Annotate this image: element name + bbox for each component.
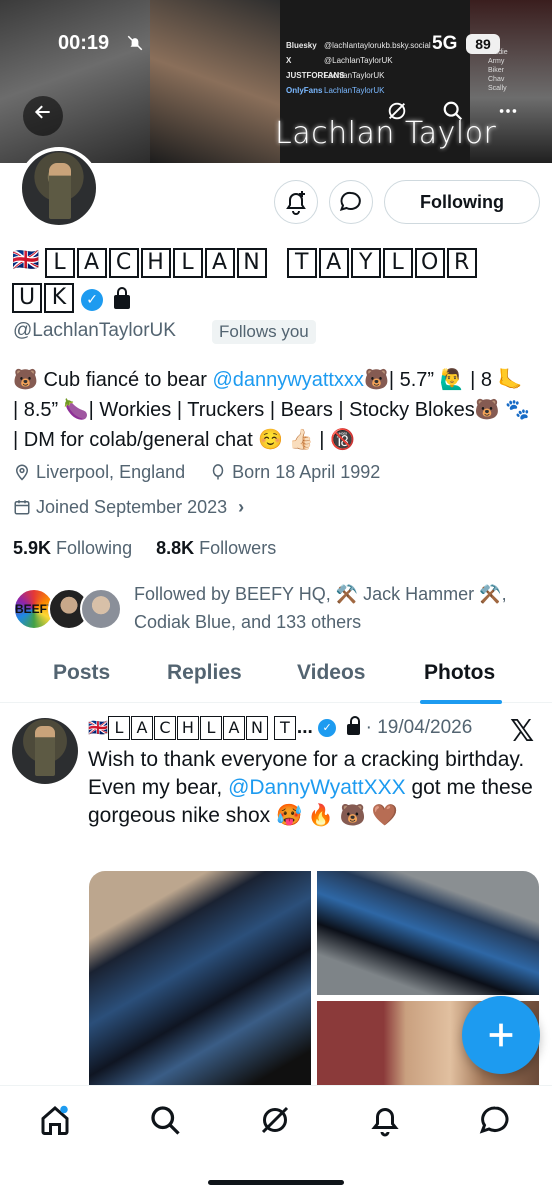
profile-handle: @LachlanTaylorUK	[13, 320, 176, 341]
post-date: · 19/04/2026	[365, 717, 473, 738]
balloon-icon	[212, 464, 224, 480]
x-logo-icon: 𝕏	[510, 714, 535, 749]
home-icon	[41, 1105, 69, 1135]
nav-search[interactable]	[147, 1102, 183, 1138]
battery-indicator: 89	[466, 34, 500, 54]
post-mention-link[interactable]: @DannyWyattXXX	[228, 776, 406, 799]
nav-notifications[interactable]	[367, 1102, 403, 1138]
grok-button[interactable]	[381, 100, 413, 128]
nav-messages[interactable]	[477, 1102, 513, 1138]
bell-plus-icon	[286, 191, 306, 215]
status-time: 00:19	[58, 32, 110, 54]
bio-mention-link[interactable]: @dannywyattxxx	[212, 369, 363, 391]
more-icon	[499, 109, 517, 113]
post-author-avatar[interactable]	[12, 718, 78, 784]
post-lock-icon	[347, 716, 361, 736]
profile-location: Liverpool, England Born 18 April 1992	[13, 462, 380, 483]
tab-replies[interactable]: Replies	[167, 661, 242, 685]
active-tab-indicator	[420, 700, 502, 704]
message-icon	[339, 191, 361, 212]
nav-home[interactable]	[37, 1102, 73, 1138]
back-button[interactable]	[23, 96, 63, 136]
profile-joined[interactable]: Joined September 2023 ›	[13, 497, 244, 518]
display-name-line1: 🇬🇧 LACHLAN TAYLOR	[12, 248, 479, 278]
grok-icon	[261, 1106, 289, 1134]
compose-fab[interactable]	[462, 996, 540, 1074]
calendar-icon	[14, 500, 30, 515]
follower-avatar-3[interactable]	[80, 588, 122, 630]
more-button[interactable]	[492, 100, 524, 128]
follows-you-badge: Follows you	[212, 320, 316, 344]
tab-photos[interactable]: Photos	[424, 661, 495, 685]
home-indicator	[208, 1180, 344, 1185]
lock-icon	[114, 286, 131, 309]
following-count[interactable]: 5.9K Following	[13, 538, 132, 558]
profile-birthday: Born 18 April 1992	[232, 462, 381, 482]
notify-button[interactable]	[274, 180, 318, 224]
silent-bell-icon	[126, 34, 144, 57]
display-name-line2: UK ✓	[12, 283, 131, 313]
tab-videos[interactable]: Videos	[297, 661, 365, 685]
post-author-name[interactable]: 🇬🇧 L A C H L A N T...	[88, 716, 318, 740]
profile-avatar[interactable]	[18, 147, 100, 229]
profile-bio: 🐻 Cub fiancé to bear @dannywyattxxx🐻| 5.…	[13, 369, 531, 451]
plus-icon	[489, 1024, 513, 1047]
chevron-right-icon: ›	[238, 497, 245, 517]
post-header: 🇬🇧 L A C H L A N T... ✓ · 19/04/2026	[88, 716, 472, 740]
followers-count[interactable]: 8.8K Followers	[156, 538, 276, 558]
search-button[interactable]	[437, 100, 469, 128]
network-indicator: 5G	[432, 33, 458, 54]
message-button[interactable]	[329, 180, 373, 224]
status-bar: 00:19 5G 89	[0, 30, 552, 60]
banner-photo-left	[0, 0, 160, 163]
followed-by-text[interactable]: Followed by BEEFY HQ, ⚒️ Jack Hammer ⚒️,…	[134, 580, 544, 636]
post-verified-badge-icon: ✓	[318, 718, 337, 737]
tab-posts[interactable]: Posts	[53, 661, 110, 685]
post-text: Wish to thank everyone for a cracking bi…	[88, 748, 533, 827]
profile-tabs: Posts Replies Videos Photos	[0, 655, 552, 704]
post-photo-1[interactable]	[89, 871, 311, 1085]
search-icon	[443, 101, 463, 121]
location-icon	[15, 464, 29, 481]
follow-counts: 5.9K Following 8.8K Followers	[13, 538, 276, 559]
profile-banner: Bluesky @lachlantaylorukb.bsky.social X @L…	[0, 0, 552, 163]
grok-icon	[388, 102, 406, 120]
search-icon	[151, 1106, 180, 1135]
post-photo-2[interactable]	[317, 871, 539, 995]
bell-icon	[371, 1108, 399, 1137]
arrow-left-icon	[34, 105, 50, 119]
message-icon	[479, 1106, 509, 1134]
following-button[interactable]: Following	[384, 180, 540, 224]
nav-grok[interactable]	[257, 1102, 293, 1138]
banner-photo-middle	[150, 0, 280, 163]
verified-badge-icon[interactable]: ✓	[81, 288, 104, 311]
